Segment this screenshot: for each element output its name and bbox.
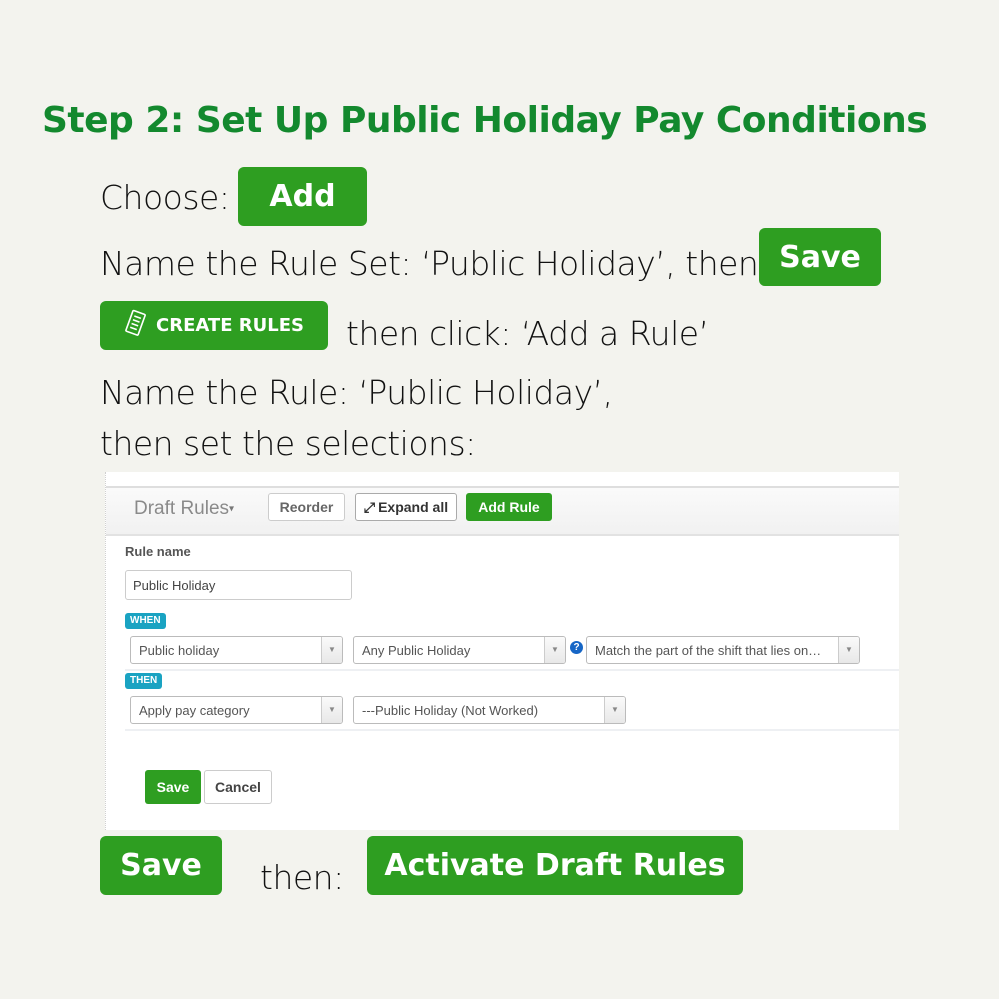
- select-value: Match the part of the shift that lies on…: [595, 643, 822, 658]
- document-icon: [124, 309, 148, 342]
- set-selections-text: then set the selections:: [100, 424, 476, 463]
- rules-screenshot-panel: Draft Rules▾ Reorder ⤢ Expand all Add Ru…: [105, 472, 899, 830]
- draft-rules-label: Draft Rules: [134, 498, 230, 519]
- expand-all-label: Expand all: [378, 499, 449, 515]
- then-pay-category-select[interactable]: ---Public Holiday (Not Worked) ▼: [353, 696, 626, 724]
- page-title: Step 2: Set Up Public Holiday Pay Condit…: [42, 100, 928, 141]
- create-rules-label: CREATE RULES: [156, 315, 304, 336]
- add-button[interactable]: Add: [238, 167, 367, 226]
- reorder-button[interactable]: Reorder: [268, 493, 345, 521]
- rules-toolbar: Draft Rules▾ Reorder ⤢ Expand all Add Ru…: [106, 486, 899, 536]
- add-rule-instruction: then click: ‘Add a Rule’: [346, 314, 709, 353]
- name-ruleset-text: Name the Rule Set: ‘Public Holiday’, the…: [100, 244, 769, 283]
- then-text: then:: [260, 858, 344, 897]
- expand-icon: ⤢: [363, 498, 376, 515]
- rule-cancel-button[interactable]: Cancel: [204, 770, 272, 804]
- expand-all-button[interactable]: ⤢ Expand all: [355, 493, 457, 521]
- caret-down-icon: ▾: [229, 503, 235, 515]
- create-rules-button[interactable]: CREATE RULES: [100, 301, 328, 350]
- draft-rules-dropdown[interactable]: Draft Rules▾: [134, 498, 234, 520]
- choose-text: Choose:: [100, 178, 230, 217]
- chevron-down-icon: ▼: [321, 697, 342, 723]
- when-badge: WHEN: [125, 613, 166, 629]
- rule-name-label: Rule name: [125, 544, 191, 559]
- chevron-down-icon: ▼: [838, 637, 859, 663]
- chevron-down-icon: ▼: [604, 697, 625, 723]
- divider: [125, 729, 899, 731]
- chevron-down-icon: ▼: [321, 637, 342, 663]
- chevron-down-icon: ▼: [544, 637, 565, 663]
- activate-draft-rules-button[interactable]: Activate Draft Rules: [367, 836, 743, 895]
- rule-name-input[interactable]: [125, 570, 352, 600]
- then-action-select[interactable]: Apply pay category ▼: [130, 696, 343, 724]
- save-ruleset-button[interactable]: Save: [759, 228, 881, 286]
- select-value: ---Public Holiday (Not Worked): [362, 703, 539, 718]
- divider: [125, 669, 899, 671]
- select-value: Public holiday: [139, 643, 220, 658]
- when-holiday-select[interactable]: Any Public Holiday ▼: [353, 636, 566, 664]
- when-condition-select[interactable]: Public holiday ▼: [130, 636, 343, 664]
- then-badge: THEN: [125, 673, 163, 689]
- select-value: Any Public Holiday: [362, 643, 471, 658]
- when-match-select[interactable]: Match the part of the shift that lies on…: [586, 636, 860, 664]
- add-rule-button[interactable]: Add Rule: [466, 493, 552, 521]
- help-icon[interactable]: ?: [570, 641, 583, 654]
- name-rule-text: Name the Rule: ‘Public Holiday’,: [100, 373, 613, 412]
- rule-save-button[interactable]: Save: [145, 770, 201, 804]
- final-save-button[interactable]: Save: [100, 836, 222, 895]
- select-value: Apply pay category: [139, 703, 250, 718]
